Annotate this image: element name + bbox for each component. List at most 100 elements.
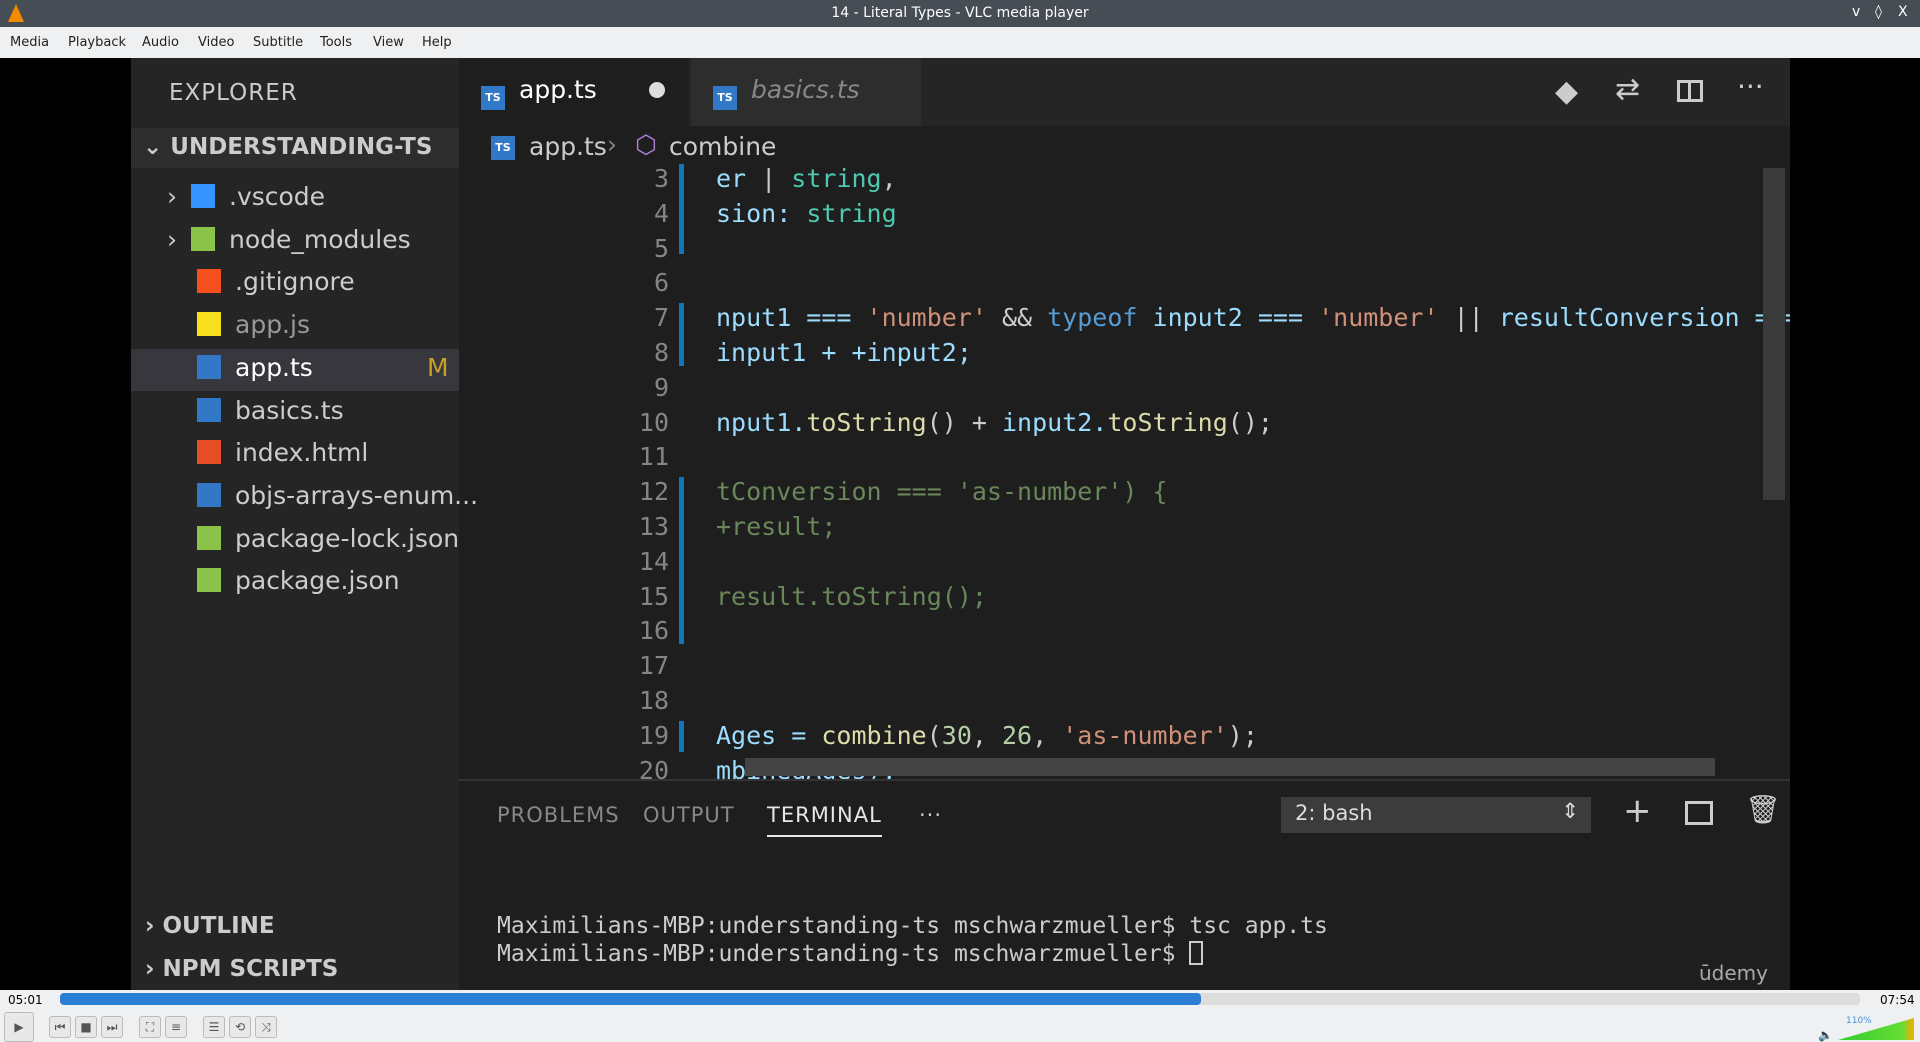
tab-label: basics.ts [751, 75, 860, 104]
code-line[interactable]: er | string, [716, 164, 897, 193]
code-token: toString [1107, 407, 1228, 437]
code-line[interactable]: nput1.toString() + input2.toString(); [716, 408, 1273, 437]
video-frame[interactable]: EXPLORER ⌄ UNDERSTANDING-TS › .vscode › nod… [131, 58, 1790, 990]
volume-label: 110% [1846, 1016, 1872, 1026]
code-token: 'number' [1318, 303, 1439, 333]
code-token: 26 [1002, 720, 1033, 750]
code-token: ); [1227, 720, 1258, 750]
shell-select[interactable]: 2: bash ⇕ [1281, 797, 1591, 833]
outline-section[interactable]: › OUTLINE [145, 913, 275, 939]
next-button[interactable]: ⏭ [101, 1016, 123, 1038]
code-line[interactable]: Ages = combine(30, 26, 'as-number'); [716, 721, 1258, 750]
menu-media[interactable]: Media [10, 35, 49, 50]
git-icon[interactable]: ◆ [1555, 74, 1578, 109]
loop-button[interactable]: ⟲ [229, 1016, 251, 1038]
menu-help[interactable]: Help [422, 35, 452, 50]
menu-view[interactable]: View [373, 35, 404, 50]
terminal-line[interactable]: Maximilians-MBP:understanding-ts mschwar… [497, 941, 1204, 967]
breadcrumb-symbol[interactable]: combine [669, 132, 776, 161]
playlist-button[interactable]: ☰ [203, 1016, 225, 1038]
file-item[interactable]: .gitignore [197, 267, 355, 296]
close-button[interactable]: X [1898, 4, 1908, 20]
code-token: er [716, 164, 762, 193]
line-number: 6 [653, 268, 669, 298]
code-token: input2. [1002, 407, 1108, 437]
menu-tools[interactable]: Tools [320, 35, 352, 50]
tab-output[interactable]: OUTPUT [643, 803, 735, 827]
file-name: basics.ts [235, 395, 344, 425]
file-item[interactable]: package-lock.json [197, 524, 459, 553]
editor-tabs: TS app.ts TS basics.ts ◆ ⇄ ··· [459, 58, 1790, 126]
chevron-down-icon: ⌄ [143, 134, 171, 160]
play-button[interactable]: ▶ [4, 1012, 34, 1042]
speaker-icon[interactable]: 🔈 [1818, 1028, 1833, 1042]
file-item[interactable]: › .vscode [167, 182, 325, 211]
code-token: typeof [1047, 303, 1138, 333]
unsaved-dot-icon[interactable] [649, 82, 665, 98]
line-number: 10 [638, 407, 669, 437]
breadcrumb-file[interactable]: app.ts [529, 132, 607, 161]
shuffle-button[interactable]: ⤨ [255, 1016, 277, 1038]
file-item[interactable]: app.ts M [197, 353, 449, 382]
code-line[interactable]: input1 + +input2; [716, 338, 972, 367]
seek-slider[interactable] [60, 993, 1860, 1005]
file-item[interactable]: objs-arrays-enum... [197, 481, 478, 510]
code-line[interactable]: sion: string [716, 199, 897, 228]
git-change-marker [679, 477, 684, 645]
line-number: 11 [638, 442, 669, 472]
horizontal-scrollbar[interactable] [745, 758, 1715, 776]
tab-basics-ts[interactable]: TS basics.ts [691, 58, 921, 126]
code-line[interactable]: tConversion === 'as-number') { [716, 477, 1168, 506]
udemy-watermark: ūdemy [1699, 961, 1768, 985]
menu-video[interactable]: Video [198, 35, 234, 50]
menu-subtitle[interactable]: Subtitle [253, 35, 303, 50]
code-line[interactable]: result.toString(); [716, 582, 987, 611]
chevron-right-icon: › [167, 182, 177, 211]
ts-icon [197, 482, 221, 507]
fullscreen-button[interactable]: ⛶ [139, 1016, 161, 1038]
line-number: 7 [653, 303, 669, 333]
code-token: () + [926, 407, 1002, 437]
code-token: +result; [716, 512, 837, 541]
breadcrumb: TS app.ts › ⬡ combine [459, 126, 1790, 169]
tab-terminal[interactable]: TERMINAL [767, 803, 882, 837]
window-title: 14 - Literal Types - VLC media player [831, 5, 1089, 21]
maximize-button[interactable]: ◊ [1875, 4, 1882, 20]
code-token: | [761, 164, 792, 193]
code-line[interactable]: nput1 === 'number' && typeof input2 === … [716, 303, 1790, 332]
tab-problems[interactable]: PROBLEMS [497, 803, 620, 827]
split-editor-icon[interactable] [1677, 80, 1703, 102]
file-item[interactable]: › node_modules [167, 225, 411, 254]
previous-button[interactable]: ⏮ [49, 1016, 71, 1038]
npm-scripts-section[interactable]: › NPM SCRIPTS [145, 956, 338, 982]
extended-settings-button[interactable]: ≡ [165, 1016, 187, 1038]
player-controls: 05:01 07:54 [0, 990, 1920, 1042]
code-line[interactable]: +result; [716, 512, 836, 541]
git-change-marker [679, 303, 684, 366]
project-header[interactable]: ⌄ UNDERSTANDING-TS [131, 128, 459, 168]
compare-changes-icon[interactable]: ⇄ [1615, 72, 1640, 107]
code-token: , [971, 720, 1002, 750]
chevron-right-icon: › [167, 224, 177, 254]
line-number: 19 [638, 720, 669, 750]
trash-icon[interactable]: 🗑 [1745, 793, 1781, 826]
file-item[interactable]: basics.ts [197, 396, 344, 425]
menu-audio[interactable]: Audio [142, 35, 179, 50]
tab-app-ts[interactable]: TS app.ts [459, 58, 689, 126]
more-icon[interactable]: ··· [919, 803, 942, 827]
new-terminal-icon[interactable]: + [1623, 791, 1652, 831]
chevron-right-icon: › [145, 956, 163, 982]
menu-playback[interactable]: Playback [68, 35, 126, 50]
stop-button[interactable]: ■ [75, 1016, 97, 1038]
minimap-scrollbar[interactable] [1763, 168, 1785, 500]
more-actions-icon[interactable]: ··· [1737, 70, 1764, 103]
npm-icon [197, 525, 221, 550]
file-item[interactable]: package.json [197, 566, 400, 595]
file-item[interactable]: app.js [197, 310, 310, 339]
split-terminal-icon[interactable] [1685, 801, 1713, 825]
minimize-button[interactable]: v [1852, 4, 1860, 20]
code-token: Ages = [716, 720, 822, 750]
code-token: nput1. [716, 407, 807, 437]
modified-badge: M [427, 352, 449, 382]
file-item[interactable]: index.html [197, 438, 368, 467]
